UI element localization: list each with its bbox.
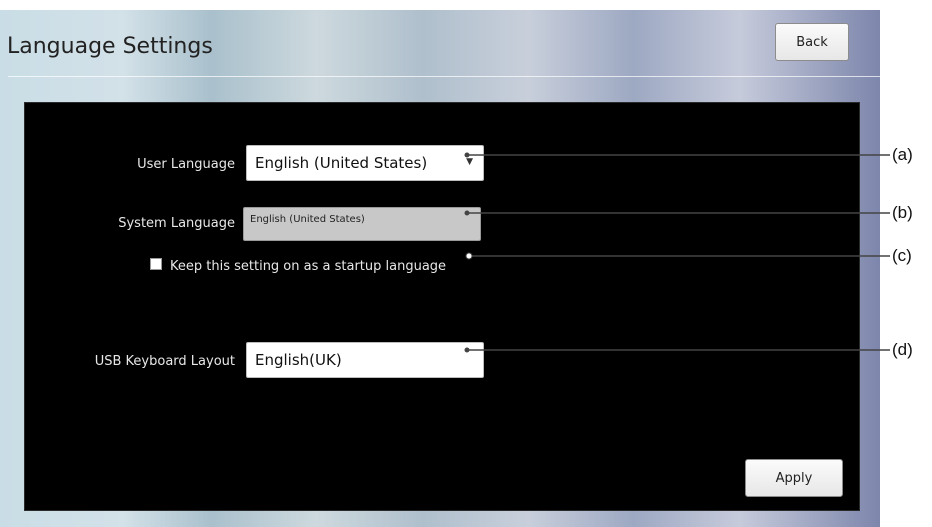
usb-keyboard-label: USB Keyboard Layout [94,354,235,369]
callout-c: (c) [892,246,912,265]
apply-button[interactable]: Apply [745,459,843,497]
callout-d: (d) [892,340,913,359]
header-divider [8,76,880,77]
back-button[interactable]: Back [775,23,849,61]
user-language-dropdown[interactable]: English (United States) ▼ [246,145,484,181]
callout-b: (b) [892,203,913,222]
callout-a: (a) [892,145,913,164]
system-language-field: English (United States) [243,207,481,241]
usb-keyboard-value: English(UK) [255,351,342,369]
dropdown-arrow-icon: ▼ [466,157,473,167]
keep-startup-checkbox[interactable] [150,258,162,270]
system-language-label: System Language [118,216,235,231]
user-language-label: User Language [137,157,235,172]
page-title: Language Settings [7,34,213,59]
settings-panel: User Language English (United States) ▼ … [24,102,860,511]
usb-keyboard-dropdown[interactable]: English(UK) [246,342,484,378]
user-language-value: English (United States) [255,154,428,172]
keep-startup-label: Keep this setting on as a startup langua… [170,259,447,274]
settings-screen: Language Settings Back User Language Eng… [0,10,880,527]
